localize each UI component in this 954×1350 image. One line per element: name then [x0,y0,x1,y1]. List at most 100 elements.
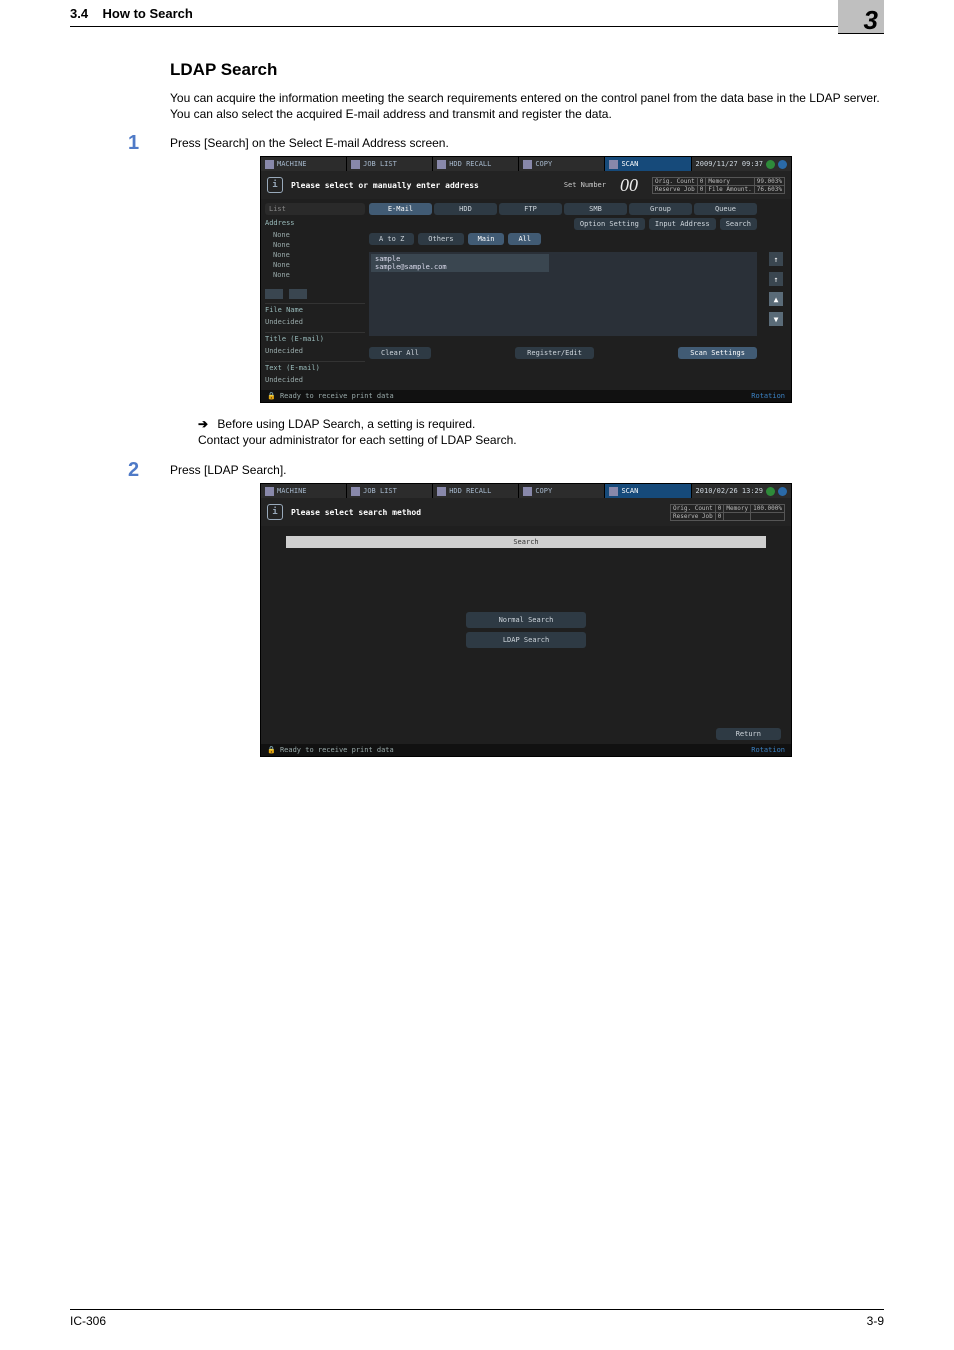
side-address-label: Address [265,217,365,229]
chapter-tab: 3 [838,0,884,34]
filter-all-button[interactable]: All [508,233,541,245]
running-header: 3.4 How to Search [70,6,193,21]
side-list-button[interactable]: List [265,203,365,215]
tab2-copy[interactable]: COPY [519,484,605,498]
side-title-value: Undecided [265,347,365,357]
side-up-button[interactable] [265,289,283,299]
tab2-scan[interactable]: SCAN [605,484,691,498]
scan-icon [609,487,618,496]
power-icon[interactable] [766,487,775,496]
register-edit-button[interactable]: Register/Edit [515,347,594,359]
scroll-up-button[interactable]: ▲ [769,292,783,306]
help-icon[interactable] [778,160,787,169]
tab2-hdd-recall[interactable]: HDD RECALL [433,484,519,498]
step-2-text: Press [LDAP Search]. [170,463,884,477]
hdd-icon [437,487,446,496]
side-text-label: Text (E-mail) [265,361,365,374]
note-text: Before using LDAP Search, a setting is r… [217,417,475,431]
arrow-icon: ➔ [198,417,208,431]
filter-others-button[interactable]: Others [418,233,463,245]
power-icon[interactable] [766,160,775,169]
copy-icon [523,160,532,169]
list-icon [351,160,360,169]
header-rule [70,26,884,27]
statusbar-ready: 🔒 Ready to receive print data [267,392,394,400]
search-button[interactable]: Search [720,218,757,230]
side-none-5: None [265,271,365,279]
step-1-text: Press [Search] on the Select E-mail Addr… [170,136,884,150]
tab-scan[interactable]: SCAN [605,157,691,171]
dest-tab-email[interactable]: E-Mail [369,203,432,215]
scroll-up-half-button[interactable]: ↑ [769,272,783,286]
side-filename-label: File Name [265,303,365,316]
list-icon [351,487,360,496]
note-line: ➔ Before using LDAP Search, a setting is… [198,417,884,431]
side-none-1: None [265,231,365,239]
timestamp: 2009/11/27 09:37 [696,160,763,168]
search-panel-header: Search [286,536,766,548]
statusbar-rotation[interactable]: Rotation [751,392,785,400]
clear-all-button[interactable]: Clear All [369,347,431,359]
side-filename-value: Undecided [265,318,365,328]
step-2-number: 2 [128,459,139,482]
status-table-2: Orig. Count0 Memory100.000% Reserve Job0 [670,504,785,521]
dest-tab-hdd[interactable]: HDD [434,203,497,215]
clock-area: 2009/11/27 09:37 [692,157,791,171]
help-icon[interactable] [778,487,787,496]
tab-hdd-recall[interactable]: HDD RECALL [433,157,519,171]
dest-tab-smb[interactable]: SMB [564,203,627,215]
tab-joblist[interactable]: JOB LIST [347,157,433,171]
scroll-down-button[interactable]: ▼ [769,312,783,326]
scan-settings-button[interactable]: Scan Settings [678,347,757,359]
list-item-address: sample@sample.com [375,263,545,271]
ldap-search-button[interactable]: LDAP Search [466,632,586,648]
option-setting-button[interactable]: Option Setting [574,218,645,230]
step-1-number: 1 [128,132,139,155]
dest-tab-group[interactable]: Group [629,203,692,215]
info-icon: i [267,504,283,520]
dest-tab-queue[interactable]: Queue [694,203,757,215]
side-down-button[interactable] [289,289,307,299]
info-icon: i [267,177,283,193]
tab-copy[interactable]: COPY [519,157,605,171]
machine-icon [265,160,274,169]
clock-area-2: 2010/02/26 13:29 [692,484,791,498]
note-subtext: Contact your administrator for each sett… [198,433,884,447]
intro-paragraph: You can acquire the information meeting … [170,90,884,122]
side-none-3: None [265,251,365,259]
footer-right: 3-9 [867,1314,884,1328]
status-table: Orig. Count0 Memory99.003% Reserve Job0 … [652,177,785,194]
side-none-2: None [265,241,365,249]
copy-icon [523,487,532,496]
info-message-2: Please select search method [291,508,421,517]
side-text-value: Undecided [265,376,365,386]
hdd-icon [437,160,446,169]
dest-tab-ftp[interactable]: FTP [499,203,562,215]
header-section-title: How to Search [103,6,193,21]
address-list-item[interactable]: sample sample@sample.com [371,254,549,272]
tab2-joblist[interactable]: JOB LIST [347,484,433,498]
statusbar-rotation-2[interactable]: Rotation [751,746,785,754]
scroll-top-button[interactable]: ↑ [769,252,783,266]
footer-left: IC-306 [70,1314,106,1328]
screenshot-1: MACHINE JOB LIST HDD RECALL COPY SCAN 20… [260,156,792,403]
normal-search-button[interactable]: Normal Search [466,612,586,628]
header-section-number: 3.4 [70,6,88,21]
chapter-number: 3 [864,5,878,36]
input-address-button[interactable]: Input Address [649,218,716,230]
timestamp-2: 2010/02/26 13:29 [696,487,763,495]
set-number-value: 00 [620,175,638,196]
list-item-name: sample [375,255,545,263]
side-none-4: None [265,261,365,269]
address-listbox: sample sample@sample.com ↑ ↑ ▲ ▼ [369,252,757,336]
filter-main-button[interactable]: Main [468,233,505,245]
filter-atoz-button[interactable]: A to Z [369,233,414,245]
section-heading: LDAP Search [170,60,884,80]
screenshot-2: MACHINE JOB LIST HDD RECALL COPY SCAN 20… [260,483,792,757]
tab2-machine[interactable]: MACHINE [261,484,347,498]
return-button[interactable]: Return [716,728,781,740]
info-message: Please select or manually enter address [291,181,479,190]
tab-machine[interactable]: MACHINE [261,157,347,171]
set-number-label: Set Number [564,181,606,189]
machine-icon [265,487,274,496]
